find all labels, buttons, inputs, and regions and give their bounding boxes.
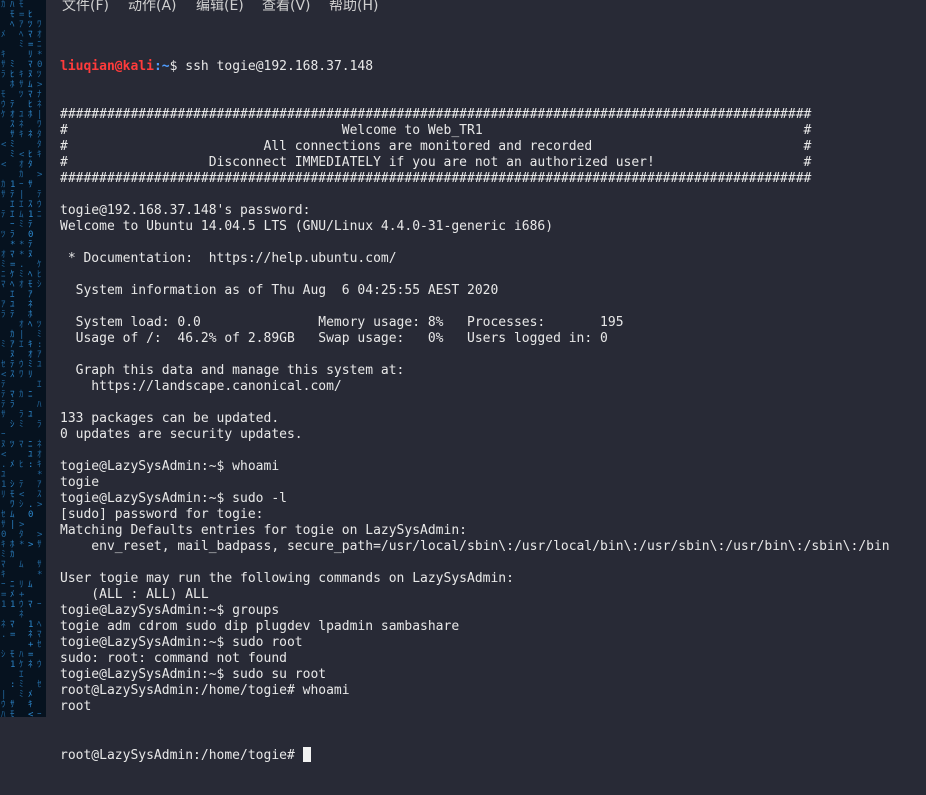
terminal-line: Welcome to Ubuntu 14.04.5 LTS (GNU/Linux… — [60, 219, 554, 234]
matrix-glyph-column: ｶ ﾒ ｷ ｻ ﾗ ﾓ ｳ ｹ < < ｶ ｻ ﾃ ﾂ ｵ ﾐ ﾆ ﾏ ｱ ﾗ … — [1, 0, 7, 717]
prompt-host: kali — [122, 59, 154, 74]
text-cursor — [302, 747, 311, 762]
terminal-line: # All connections are monitored and reco… — [60, 139, 812, 154]
prompt-path: :~ — [153, 59, 170, 74]
terminal-line: togie@LazySysAdmin:~$ sudo -l — [60, 491, 287, 506]
terminal-line: togie — [60, 475, 100, 490]
prompt-symbol: $ — [169, 59, 186, 74]
terminal-line: 133 packages can be updated. — [60, 411, 280, 426]
menu-actions[interactable]: 动作(A) — [128, 0, 177, 15]
matrix-glyph-column: ﾜ ｵ ﾆ * 0 ﾂ > ﾅ ﾈ | ﾜ ﾀ ﾀ ｷ > ﾃ ｳ ﾆ ｹ ﾋ … — [37, 20, 43, 717]
desktop-background-strip: ｶ ﾒ ｷ ｻ ﾗ ﾓ ｳ ｹ < < ｶ ｻ ﾃ ﾂ ｵ ﾐ ﾆ ﾏ ｱ ﾗ … — [0, 0, 46, 717]
menu-file[interactable]: 文件(F) — [62, 0, 109, 15]
terminal-line: System information as of Thu Aug 6 04:25… — [60, 283, 499, 298]
terminal-line: togie@LazySysAdmin:~$ groups — [60, 603, 280, 618]
terminal-text: liuqian@kali:~$ ssh togie@192.168.37.148… — [60, 27, 890, 795]
menu-bar: 文件(F) 动作(A) 编辑(E) 查看(V) 帮助(H) — [46, 0, 926, 18]
current-prompt-line[interactable]: root@LazySysAdmin:/home/togie# — [60, 747, 890, 763]
terminal-line: ########################################… — [60, 171, 812, 186]
terminal-line: ########################################… — [60, 107, 812, 122]
menu-help[interactable]: 帮助(H) — [329, 0, 378, 15]
terminal-line: # Welcome to Web_TR1 # — [60, 123, 812, 138]
matrix-glyph-column: ﾓ = ｱ ﾍ ﾐ ｷ ｻ ﾂ ﾕ ﾈ ｷ < ｵ ｶ ｰ | ｴ ﾑ ﾐ * … — [19, 0, 25, 700]
terminal-line: togie@LazySysAdmin:~$ sudo su root — [60, 667, 327, 682]
terminal-line: # Disconnect IMMEDIATELY if you are not … — [60, 155, 812, 170]
terminal-line: Usage of /: 46.2% of 2.89GB Swap usage: … — [60, 331, 608, 346]
menu-view[interactable]: 查看(V) — [262, 0, 311, 15]
prompt-user: liuqian — [60, 59, 115, 74]
terminal-line: (ALL : ALL) ALL — [60, 587, 209, 602]
terminal-line: root@LazySysAdmin:/home/togie# whoami — [60, 683, 350, 698]
terminal-line: togie@192.168.37.148's password: — [60, 203, 311, 218]
terminal-line: https://landscape.canonical.com/ — [60, 379, 342, 394]
terminal-line: env_reset, mail_badpass, secure_path=/us… — [60, 539, 890, 554]
terminal-line: User togie may run the following command… — [60, 571, 514, 586]
terminal-line: [sudo] password for togie: — [60, 507, 264, 522]
terminal-line: togie@LazySysAdmin:~$ whoami — [60, 459, 280, 474]
terminal-line: * Documentation: https://help.ubuntu.com… — [60, 251, 397, 266]
terminal-line: root — [60, 699, 92, 714]
menu-edit[interactable]: 编辑(E) — [196, 0, 244, 15]
terminal-line: Matching Defaults entries for togie on L… — [60, 523, 467, 538]
matrix-glyph-column: ﾊ ﾓ ﾍ ﾐ ﾋ ﾎ ﾃ ｵ ｽ ｻ ﾐ ﾐ 1 ﾃ ｴ ｴ ｰ ﾗ * ﾏ … — [10, 0, 16, 717]
terminal-line: sudo: root: command not found — [60, 651, 287, 666]
current-prompt: root@LazySysAdmin:/home/togie# — [60, 748, 303, 763]
terminal-line: Graph this data and manage this system a… — [60, 363, 405, 378]
matrix-glyph-column: ﾋ ﾂ ﾏ = ﾘ ﾏ ﾇ ﾑ ﾏ ﾋ ﾎ ﾈ ﾋ ﾀ ｻ ｽ 1 ﾃ 0 ﾃ … — [28, 10, 34, 717]
terminal-line: System load: 0.0 Memory usage: 8% Proces… — [60, 315, 624, 330]
local-prompt-line: liuqian@kali:~$ ssh togie@192.168.37.148 — [60, 59, 890, 75]
terminal-line: 0 updates are security updates. — [60, 427, 303, 442]
terminal-line: togie@LazySysAdmin:~$ sudo root — [60, 635, 303, 650]
terminal-output[interactable]: liuqian@kali:~$ ssh togie@192.168.37.148… — [46, 18, 926, 763]
terminal-line: togie adm cdrom sudo dip plugdev lpadmin… — [60, 619, 460, 634]
prompt-at: @ — [114, 59, 123, 74]
prompt-command: ssh togie@192.168.37.148 — [185, 59, 374, 74]
